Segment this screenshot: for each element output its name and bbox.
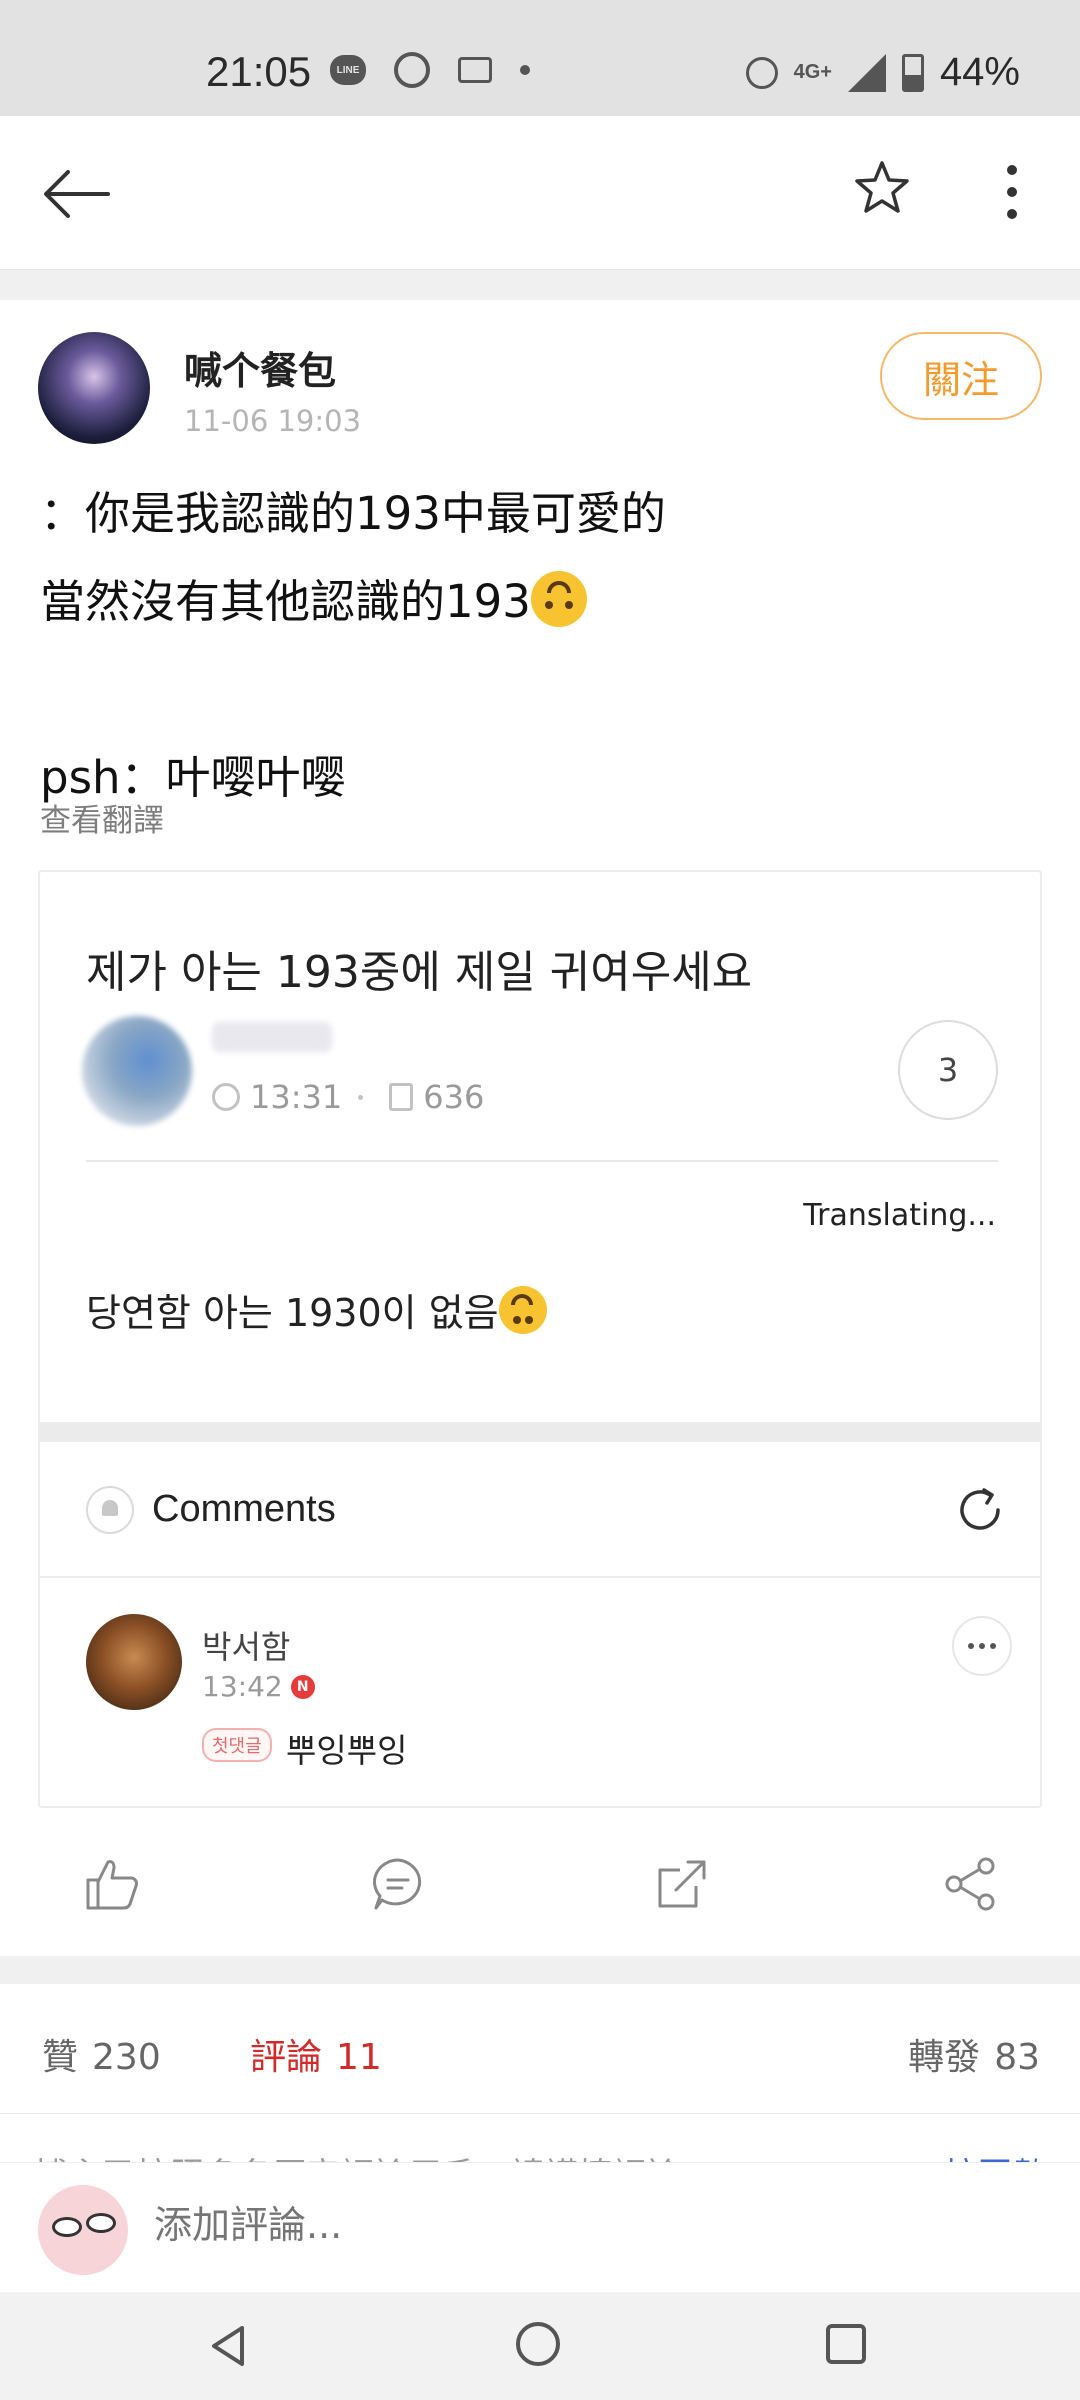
status-left-icons: LINE	[330, 52, 530, 88]
upside-down-face-emoji-icon	[498, 1286, 547, 1334]
embed-views: 636	[423, 1078, 485, 1116]
embed-time: 13:31	[250, 1078, 343, 1116]
post-line: ：你是我認識的193中最可愛的	[40, 487, 666, 540]
post-line-with-emoji: 當然沒有其他認識的193	[40, 558, 1040, 646]
separator-dot	[358, 1094, 364, 1100]
status-right-icons: 4G+ 44%	[745, 50, 1020, 95]
like-icon[interactable]	[82, 1854, 142, 1914]
embed-comment-count[interactable]: 3	[898, 1020, 998, 1120]
embed-divider	[86, 1160, 998, 1162]
comment-input[interactable]	[154, 2203, 954, 2247]
comment-time-row: 13:42 N	[202, 1670, 315, 1703]
comments-header: Comments	[40, 1442, 1040, 1578]
network-type: 4G+	[793, 61, 832, 83]
post-line-blank	[40, 646, 1040, 734]
notification-app-icon	[394, 52, 430, 88]
share-icon[interactable]	[940, 1854, 1000, 1914]
more-vertical-icon[interactable]	[996, 162, 1028, 222]
clock-icon	[212, 1083, 240, 1111]
embedded-post-card[interactable]: 제가 아는 193중에 제일 귀여우세요 13:31 636 3 Transla…	[38, 870, 1042, 1808]
comment-notice-row: 博主已按照多名原帝評論用戶，請謹慎評論 按回數	[0, 2114, 1080, 2162]
upside-down-face-emoji-icon	[530, 571, 587, 627]
comments-label: Comments	[152, 1488, 336, 1530]
new-badge: N	[290, 1674, 315, 1699]
alarm-icon	[745, 56, 778, 89]
comment-text: 뿌잉뿌잉	[286, 1731, 408, 1770]
embed-body-text: 당연함 아는 1930이 없음	[86, 1282, 547, 1337]
reposts-label: 轉發	[908, 2037, 981, 2078]
section-divider	[0, 270, 1080, 300]
translate-link[interactable]: 查看翻譯	[40, 795, 164, 840]
commenter-avatar[interactable]	[86, 1614, 182, 1710]
first-comment-tag: 첫댓글	[202, 1728, 272, 1762]
comment-more-icon[interactable]	[952, 1616, 1012, 1676]
post-line: psh：叶嘤叶嘤	[40, 751, 346, 804]
reposts-count: 83	[994, 2037, 1040, 2078]
sort-button[interactable]: 按回數	[944, 2148, 1046, 2162]
status-bar: 21:05 LINE 4G+ 44%	[0, 0, 1080, 116]
comment-icon[interactable]	[368, 1854, 428, 1914]
battery-percent: 44%	[939, 50, 1020, 94]
comment-item: 박서함 13:42 N 첫댓글 뿌잉뿌잉	[40, 1578, 1040, 1806]
post-line: 當然沒有其他認識的193	[40, 575, 531, 628]
nav-home-icon[interactable]	[516, 2322, 560, 2366]
post-stats: 贊 230 評論 11 轉發 83	[0, 1984, 1080, 2114]
author-avatar[interactable]	[38, 332, 150, 444]
likes-label: 贊	[42, 2037, 79, 2078]
embed-meta: 13:31 636	[212, 1078, 484, 1116]
comments-count: 11	[336, 2037, 382, 2078]
translating-status: Translating...	[803, 1198, 996, 1233]
comments-tab-label: 評論	[250, 2037, 323, 2078]
back-arrow-icon[interactable]	[40, 166, 112, 222]
battery-icon	[901, 53, 924, 92]
comment-notice: 博主已按照多名原帝評論用戶，請謹慎評論	[34, 2148, 680, 2162]
nav-recents-icon[interactable]	[826, 2324, 866, 2364]
repost-icon[interactable]	[652, 1854, 712, 1914]
more-notifications-dot-icon	[520, 65, 530, 75]
embed-section-divider	[40, 1422, 1040, 1442]
top-app-bar	[0, 116, 1080, 270]
post-timestamp: 11-06 19:03	[184, 404, 362, 438]
nav-back-icon[interactable]	[204, 2322, 252, 2370]
embed-author-avatar	[82, 1016, 192, 1126]
status-time: 21:05	[206, 48, 312, 95]
follow-button[interactable]: 關注	[880, 332, 1042, 420]
refresh-icon[interactable]	[954, 1484, 1006, 1536]
gallery-icon	[458, 57, 492, 83]
system-nav-bar	[0, 2292, 1080, 2400]
comment-input-bar	[0, 2162, 1080, 2292]
reposts-tab[interactable]: 轉發 83	[908, 2028, 1040, 2080]
embed-title: 제가 아는 193중에 제일 귀여우세요	[86, 947, 753, 998]
star-icon[interactable]	[852, 158, 912, 218]
section-divider	[0, 1956, 1080, 1984]
post-action-bar	[0, 1820, 1080, 1956]
post-text: ：你是我認識的193中最可愛的 當然沒有其他認識的193 psh：叶嘤叶嘤	[40, 470, 1040, 822]
line-app-icon: LINE	[330, 55, 366, 85]
comments-tab[interactable]: 評論 11	[250, 2028, 382, 2080]
likes-count: 230	[92, 2037, 161, 2078]
embed-author-name-blurred	[212, 1022, 332, 1052]
bell-icon[interactable]	[86, 1486, 134, 1534]
likes-tab[interactable]: 贊 230	[42, 2028, 161, 2080]
commenter-name[interactable]: 박서함	[202, 1622, 290, 1668]
author-name[interactable]: 喊个餐包	[184, 340, 336, 395]
my-avatar	[38, 2185, 128, 2275]
comment-time: 13:42	[202, 1670, 283, 1703]
embed-body: 당연함 아는 1930이 없음	[86, 1291, 499, 1335]
document-icon	[389, 1083, 414, 1111]
signal-icon	[847, 53, 886, 92]
